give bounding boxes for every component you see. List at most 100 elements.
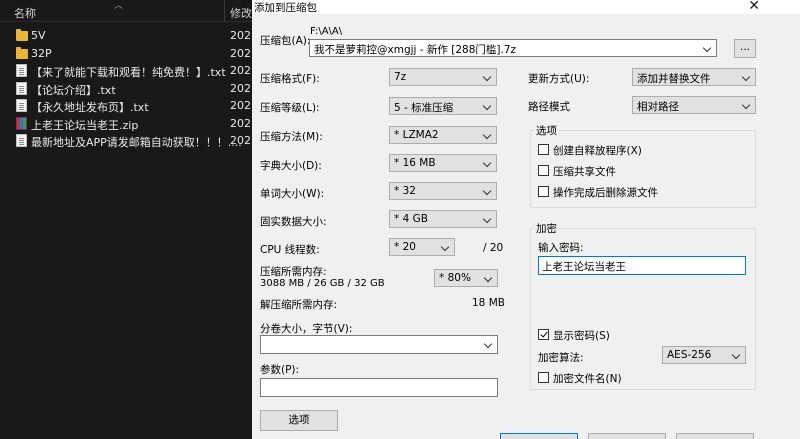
method-value: * LZMA2 bbox=[394, 129, 439, 141]
format-value: 7z bbox=[394, 71, 407, 83]
chevron-down-icon[interactable] bbox=[742, 98, 752, 112]
options-group-title: 选项 bbox=[534, 123, 559, 138]
help-button[interactable] bbox=[676, 433, 754, 439]
memory-label: 压缩所需内存: bbox=[260, 266, 327, 278]
method-select[interactable]: * LZMA2 bbox=[389, 126, 497, 144]
chevron-down-icon[interactable] bbox=[441, 240, 451, 254]
file-row[interactable]: 【论坛介绍】.txt 202 bbox=[0, 80, 252, 98]
add-to-archive-dialog: 添加到压缩包 ✕ 压缩包(A): F:\A\A\ 我不是萝莉控@xmgjj - … bbox=[252, 0, 800, 439]
format-select[interactable]: 7z bbox=[389, 68, 497, 86]
cpu-max: / 20 bbox=[483, 242, 504, 254]
level-select[interactable]: 5 - 标准压缩 bbox=[389, 97, 497, 115]
file-modified: 202 bbox=[230, 29, 251, 42]
text-file-icon bbox=[16, 81, 27, 95]
folder-icon bbox=[16, 29, 28, 41]
file-row[interactable]: 最新地址及APP请发邮箱自动获取！！！.... 202 bbox=[0, 132, 252, 150]
shared-label[interactable]: 压缩共享文件 bbox=[553, 164, 616, 179]
archive-name-combo[interactable]: 我不是萝莉控@xmgjj - 新作 [288门槛].7z bbox=[309, 39, 717, 57]
archive-path: F:\A\A\ bbox=[310, 26, 343, 37]
file-modified: 202 bbox=[230, 99, 251, 112]
memory-percent-select[interactable]: * 80% bbox=[434, 269, 498, 287]
password-input[interactable]: 上老王论坛当老王 bbox=[538, 256, 746, 275]
file-row[interactable]: 【永久地址发布页】.txt 202 bbox=[0, 97, 252, 115]
text-file-icon bbox=[16, 64, 27, 77]
column-separator[interactable] bbox=[224, 0, 225, 22]
encrypt-filenames-checkbox[interactable] bbox=[538, 372, 549, 383]
memory-percent-value: * 80% bbox=[439, 272, 471, 284]
delete-after-checkbox[interactable] bbox=[538, 186, 549, 197]
options-button[interactable]: 选项 bbox=[260, 410, 338, 431]
chevron-down-icon[interactable] bbox=[484, 271, 494, 285]
path-mode-label: 路径模式 bbox=[528, 101, 570, 113]
solid-value: * 4 GB bbox=[394, 213, 428, 225]
word-value: * 32 bbox=[394, 185, 416, 197]
file-modified: 202 bbox=[230, 46, 251, 60]
cpu-select[interactable]: * 20 bbox=[389, 238, 455, 256]
file-modified: 202 bbox=[230, 64, 251, 77]
file-row[interactable]: 上老王论坛当老王.zip 202 bbox=[0, 115, 252, 133]
method-label: 压缩方法(M): bbox=[260, 131, 323, 143]
memory-detail: 3088 MB / 26 GB / 32 GB bbox=[260, 278, 385, 289]
chevron-down-icon[interactable] bbox=[732, 348, 742, 362]
encrypt-filenames-label[interactable]: 加密文件名(N) bbox=[553, 371, 622, 386]
file-name: 上老王论坛当老王.zip bbox=[31, 118, 139, 132]
split-label: 分卷大小，字节(V): bbox=[260, 323, 353, 335]
password-value: 上老王论坛当老王 bbox=[542, 261, 626, 273]
chevron-down-icon[interactable] bbox=[703, 41, 713, 55]
shared-checkbox[interactable] bbox=[538, 165, 549, 176]
word-select[interactable]: * 32 bbox=[389, 182, 497, 200]
split-size-combo[interactable] bbox=[260, 335, 498, 354]
update-select[interactable]: 添加并替换文件 bbox=[632, 68, 756, 86]
show-password-checkbox[interactable] bbox=[538, 329, 549, 340]
show-password-label[interactable]: 显示密码(S) bbox=[553, 328, 610, 343]
chevron-down-icon[interactable] bbox=[742, 70, 752, 84]
decompress-memory-value: 18 MB bbox=[472, 297, 505, 309]
file-list: 5V 202 32P 202 【来了就能下载和观看！纯免费！】.txt 202 … bbox=[0, 27, 252, 150]
column-modified[interactable]: 修改 bbox=[230, 5, 252, 21]
file-explorer: ︿ 名称 修改 5V 202 32P 202 【来了就能下载和观看！纯免费！】.… bbox=[0, 0, 252, 439]
chevron-down-icon[interactable] bbox=[483, 156, 493, 170]
decompress-memory-label: 解压缩所需内存: bbox=[260, 299, 338, 311]
file-row[interactable]: 32P 202 bbox=[0, 45, 252, 63]
file-modified: 202 bbox=[230, 134, 251, 147]
archive-name: 我不是萝莉控@xmgjj - 新作 [288门槛].7z bbox=[314, 44, 517, 56]
chevron-down-icon[interactable] bbox=[483, 212, 493, 226]
chevron-down-icon[interactable] bbox=[483, 128, 493, 142]
params-input[interactable] bbox=[260, 378, 498, 397]
chevron-down-icon[interactable] bbox=[483, 70, 493, 84]
cancel-button[interactable] bbox=[588, 433, 666, 439]
ok-button[interactable] bbox=[500, 433, 578, 439]
file-name: 【永久地址发布页】.txt bbox=[31, 101, 149, 114]
dialog-titlebar[interactable]: 添加到压缩包 ✕ bbox=[252, 0, 800, 14]
chevron-down-icon[interactable] bbox=[484, 337, 494, 351]
level-value: 5 - 标准压缩 bbox=[394, 102, 454, 114]
delete-after-label[interactable]: 操作完成后删除源文件 bbox=[553, 185, 658, 200]
file-name: 【来了就能下载和观看！纯免费！】.txt bbox=[31, 66, 226, 79]
chevron-down-icon[interactable] bbox=[483, 184, 493, 198]
sfx-label[interactable]: 创建自释放程序(X) bbox=[553, 143, 642, 158]
encryption-method-value: AES-256 bbox=[667, 349, 712, 361]
dict-value: * 16 MB bbox=[394, 157, 436, 169]
file-name: 5V bbox=[31, 29, 46, 42]
file-modified: 202 bbox=[230, 81, 251, 95]
file-row[interactable]: 【来了就能下载和观看！纯免费！】.txt 202 bbox=[0, 62, 252, 80]
close-icon[interactable]: ✕ bbox=[748, 0, 760, 13]
encryption-method-label: 加密算法: bbox=[538, 352, 584, 364]
dict-select[interactable]: * 16 MB bbox=[389, 154, 497, 172]
solid-label: 固实数据大小: bbox=[260, 216, 327, 228]
cpu-label: CPU 线程数: bbox=[260, 244, 320, 256]
sfx-checkbox[interactable] bbox=[538, 144, 549, 155]
password-label: 输入密码: bbox=[538, 242, 584, 254]
sort-up-icon: ︿ bbox=[114, 1, 124, 11]
update-value: 添加并替换文件 bbox=[637, 73, 711, 85]
encryption-method-select[interactable]: AES-256 bbox=[662, 346, 746, 364]
column-name[interactable]: 名称 bbox=[14, 5, 36, 21]
file-row[interactable]: 5V 202 bbox=[0, 27, 252, 45]
update-label: 更新方式(U): bbox=[528, 73, 590, 85]
column-header: ︿ 名称 修改 bbox=[0, 0, 252, 22]
solid-select[interactable]: * 4 GB bbox=[389, 210, 497, 228]
browse-button[interactable]: ... bbox=[734, 39, 756, 58]
word-label: 单词大小(W): bbox=[260, 188, 325, 200]
chevron-down-icon[interactable] bbox=[483, 99, 493, 113]
path-mode-select[interactable]: 相对路径 bbox=[632, 96, 756, 114]
